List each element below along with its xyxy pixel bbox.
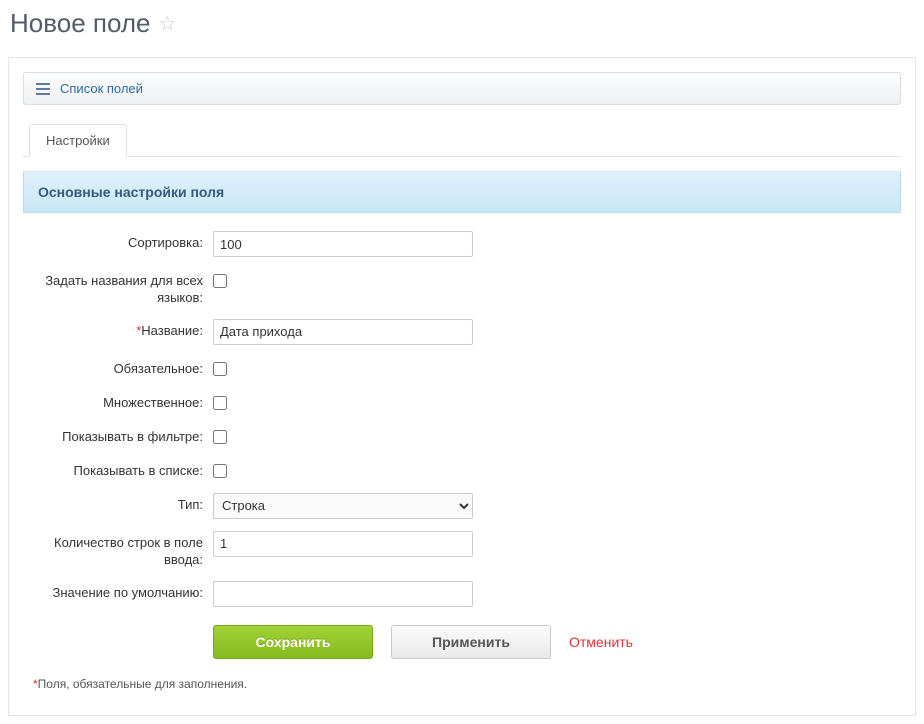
select-type[interactable]: Строка [213,493,473,519]
checkbox-multiple[interactable] [213,396,227,410]
row-required: Обязательное: [33,357,891,379]
input-default-value[interactable] [213,581,473,607]
row-name: *Название: [33,319,891,345]
main-panel: Список полей Настройки Основные настройк… [8,57,916,716]
tab-settings[interactable]: Настройки [29,124,127,157]
label-multiple: Множественное: [33,391,213,412]
button-row: Сохранить Применить Отменить [33,625,891,659]
input-sort[interactable] [213,231,473,257]
row-sort: Сортировка: [33,231,891,257]
label-default-value: Значение по умолчанию: [33,581,213,602]
section-header: Основные настройки поля [23,171,901,213]
label-show-in-list: Показывать в списке: [33,459,213,480]
checkbox-show-in-filter[interactable] [213,430,227,444]
label-show-in-filter: Показывать в фильтре: [33,425,213,446]
input-name[interactable] [213,319,473,345]
row-all-lang-names: Задать названия для всех языков: [33,269,891,307]
row-multiple: Множественное: [33,391,891,413]
page-title: Новое поле [10,8,151,39]
field-list-link[interactable]: Список полей [60,81,143,96]
row-input-rows: Количество строк в поле ввода: [33,531,891,569]
label-input-rows: Количество строк в поле ввода: [33,531,213,569]
label-name: *Название: [33,319,213,340]
row-show-in-filter: Показывать в фильтре: [33,425,891,447]
page-title-wrap: Новое поле ☆ [0,0,924,57]
checkbox-show-in-list[interactable] [213,464,227,478]
row-type: Тип: Строка [33,493,891,519]
tabs-row: Настройки [23,123,901,157]
label-type: Тип: [33,493,213,514]
label-required: Обязательное: [33,357,213,378]
input-rows[interactable] [213,531,473,557]
toolbar: Список полей [23,72,901,105]
required-footnote: *Поля, обязательные для заполнения. [33,677,891,691]
form-area: Сортировка: Задать названия для всех язы… [23,213,901,701]
checkbox-required[interactable] [213,362,227,376]
label-all-lang-names: Задать названия для всех языков: [33,269,213,307]
list-icon [36,83,50,95]
label-sort: Сортировка: [33,231,213,252]
apply-button[interactable]: Применить [391,625,551,659]
row-default-value: Значение по умолчанию: [33,581,891,607]
cancel-link[interactable]: Отменить [569,634,633,650]
favorite-star-icon[interactable]: ☆ [159,11,177,36]
row-show-in-list: Показывать в списке: [33,459,891,481]
save-button[interactable]: Сохранить [213,625,373,659]
checkbox-all-lang-names[interactable] [213,274,227,288]
